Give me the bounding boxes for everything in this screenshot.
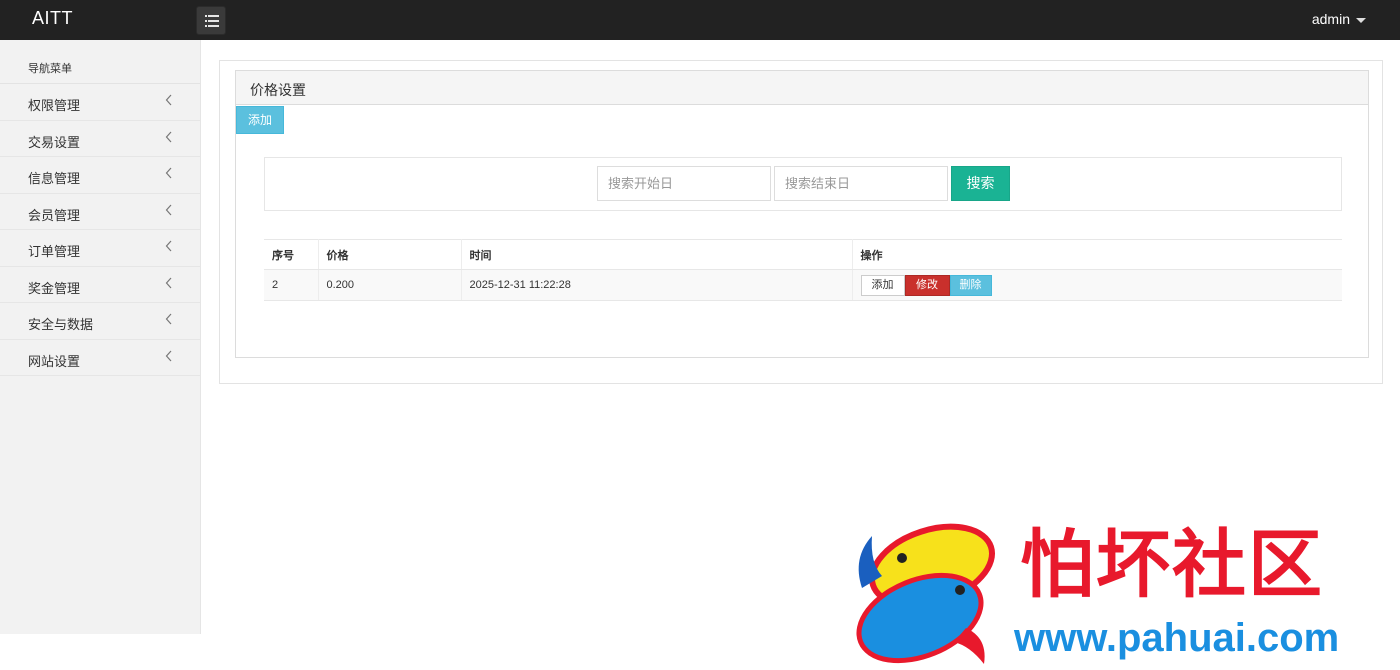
chevron-left-icon	[165, 276, 173, 294]
chevron-left-icon	[165, 203, 173, 221]
sidebar-item-orders[interactable]: 订单管理	[0, 230, 200, 267]
search-button[interactable]: 搜索	[951, 166, 1010, 201]
price-settings-panel: 价格设置 添加 搜索 序号 价格 时间 操作 2 0.2	[235, 70, 1369, 358]
row-add-button[interactable]: 添加	[860, 274, 905, 296]
cell-id: 2	[264, 269, 319, 301]
sidebar-item-site-settings[interactable]: 网站设置	[0, 340, 200, 376]
cell-actions: 添加 修改 删除	[852, 269, 1343, 301]
column-header-time: 时间	[461, 239, 853, 270]
sidebar-item-label: 交易设置	[28, 134, 81, 150]
column-header-actions: 操作	[852, 239, 1342, 270]
sidebar-item-label: 订单管理	[28, 244, 81, 259]
chevron-left-icon	[165, 349, 173, 367]
sidebar-item-label: 网站设置	[28, 353, 81, 369]
sidebar-item-label: 信息管理	[28, 171, 81, 186]
cell-price: 0.200	[318, 269, 462, 301]
chevron-left-icon	[165, 166, 173, 184]
chevron-left-icon	[165, 130, 173, 148]
row-edit-button[interactable]: 修改	[904, 274, 950, 296]
table-row: 2 0.200 2025-12-31 11:22:28 添加 修改 删除	[264, 269, 1343, 301]
sidebar-item-label: 奖金管理	[28, 280, 81, 296]
search-bar: 搜索	[264, 157, 1342, 211]
main-content: 价格设置 添加 搜索 序号 价格 时间 操作 2 0.2	[219, 60, 1383, 384]
row-delete-button[interactable]: 删除	[949, 274, 992, 296]
user-menu[interactable]: admin	[1312, 11, 1366, 27]
column-header-price: 价格	[318, 239, 462, 270]
sidebar-item-info[interactable]: 信息管理	[0, 157, 200, 194]
sidebar-item-trade-settings[interactable]: 交易设置	[0, 121, 200, 157]
sidebar: 导航菜单 权限管理 交易设置 信息管理 会员管理 订单管理 奖金管理 安全与数据…	[0, 40, 201, 634]
caret-down-icon	[1356, 17, 1366, 23]
panel-title: 价格设置	[236, 71, 1368, 105]
sidebar-heading: 导航菜单	[0, 40, 200, 84]
watermark-title: 怕坏社区	[1020, 522, 1324, 608]
sidebar-item-members[interactable]: 会员管理	[0, 194, 200, 230]
sidebar-item-bonus[interactable]: 奖金管理	[0, 267, 200, 303]
top-navbar: AITT admin	[0, 0, 1400, 40]
search-end-date-input[interactable]	[774, 166, 948, 201]
brand-logo[interactable]: AITT	[32, 8, 73, 29]
search-start-date-input[interactable]	[597, 166, 771, 201]
price-table: 序号 价格 时间 操作 2 0.200 2025-12-31 11:22:28 …	[264, 239, 1342, 301]
sidebar-item-label: 会员管理	[28, 207, 81, 223]
sidebar-item-label: 安全与数据	[28, 317, 94, 332]
chevron-left-icon	[165, 93, 173, 111]
sidebar-item-security-data[interactable]: 安全与数据	[0, 303, 200, 340]
table-header-row: 序号 价格 时间 操作	[264, 239, 1342, 270]
sidebar-item-label: 权限管理	[28, 98, 81, 113]
watermark-url: www.pahuai.com	[1014, 616, 1340, 660]
row-actions: 添加 修改 删除	[860, 274, 1343, 296]
user-name: admin	[1311, 11, 1350, 27]
column-header-id: 序号	[264, 239, 319, 270]
menu-toggle-button[interactable]	[196, 6, 226, 35]
add-button[interactable]: 添加	[236, 106, 284, 134]
cell-time: 2025-12-31 11:22:28	[461, 269, 853, 301]
sidebar-item-permissions[interactable]: 权限管理	[0, 84, 200, 121]
chevron-left-icon	[165, 239, 173, 257]
watermark: 怕坏社区 www.pahuai.com	[848, 518, 1388, 668]
chevron-left-icon	[165, 312, 173, 330]
